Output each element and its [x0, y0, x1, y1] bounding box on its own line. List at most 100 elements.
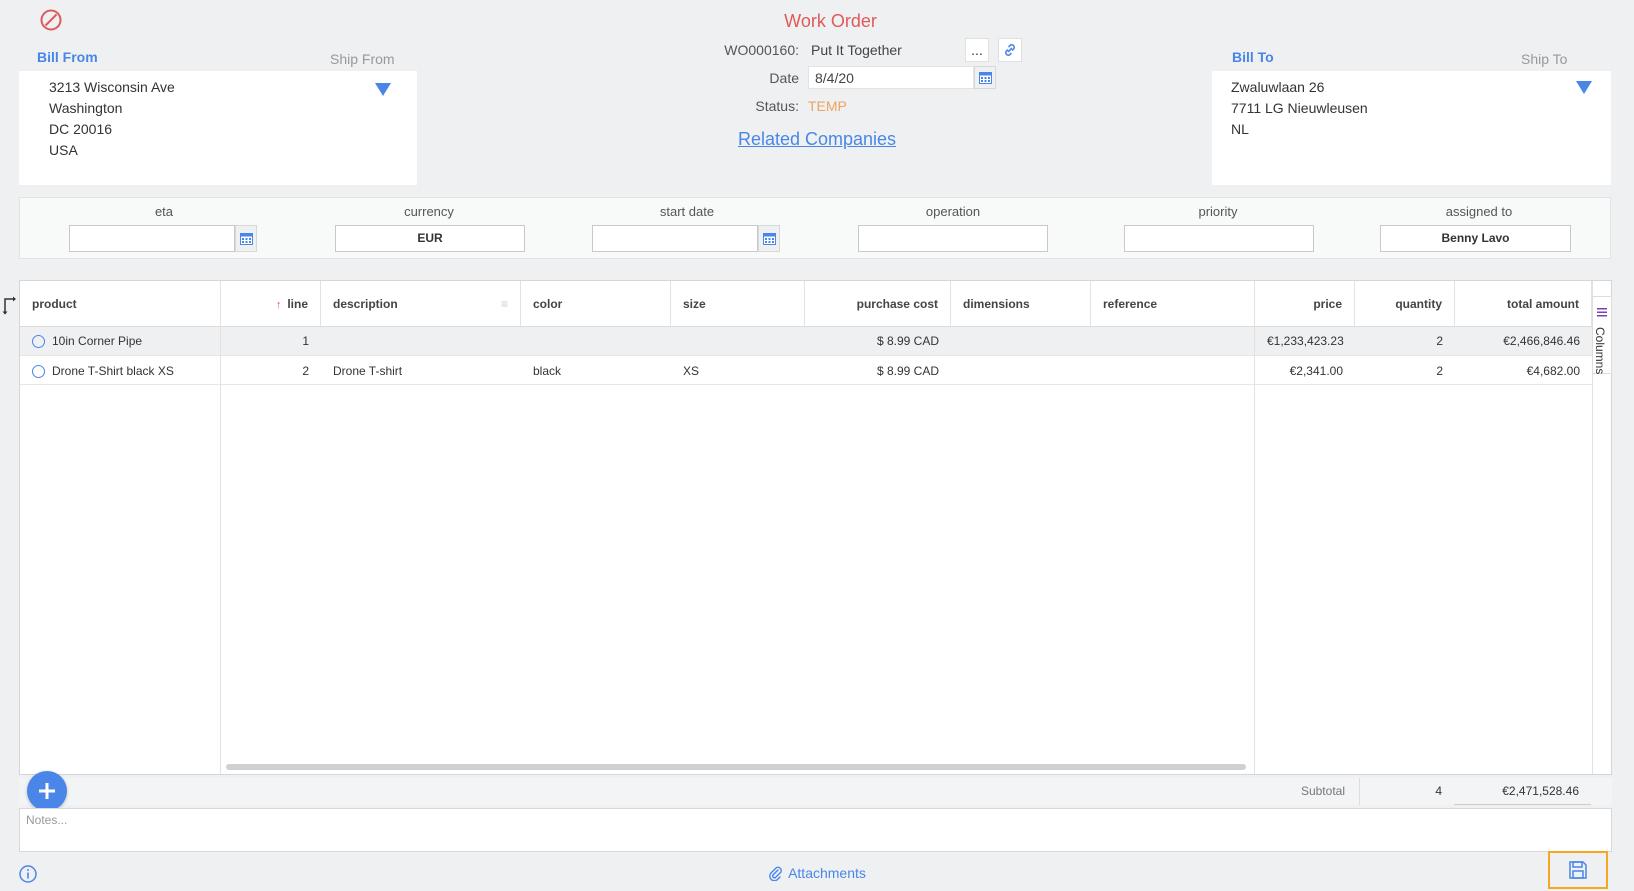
calendar-icon[interactable] [758, 225, 780, 252]
color-cell[interactable] [521, 327, 671, 355]
row-select-radio[interactable] [32, 365, 45, 379]
description-cell[interactable]: Drone T-shirt [321, 357, 521, 385]
columns-tab-label: Columns [1593, 327, 1607, 375]
product-name: Drone T-Shirt black XS [52, 364, 174, 378]
quantity-cell[interactable]: 2 [1355, 357, 1455, 385]
dimensions-cell[interactable] [951, 327, 1091, 355]
calendar-icon[interactable] [974, 66, 996, 89]
col-header-size[interactable]: size [671, 281, 805, 327]
total-amount-cell: €2,466,846.46 [1503, 334, 1580, 348]
divider [1454, 804, 1591, 805]
priority-input[interactable] [1124, 225, 1314, 252]
size-cell[interactable]: XS [671, 357, 805, 385]
line-cell: 1 [302, 334, 309, 348]
pinned-column-divider [220, 327, 221, 774]
more-button[interactable]: ... [965, 38, 989, 62]
col-header-color[interactable]: color [521, 281, 671, 327]
bill-to-label[interactable]: Bill To [1232, 49, 1274, 65]
date-label: Date [769, 70, 799, 86]
assigned-to-label: assigned to [1445, 204, 1513, 219]
line-items-grid: product ↑ line description ≡ color size p… [19, 280, 1612, 775]
currency-label: currency [404, 204, 454, 219]
related-companies-link[interactable]: Related Companies [738, 129, 896, 149]
col-header-price[interactable]: price [1255, 281, 1355, 327]
ship-from-label[interactable]: Ship From [330, 51, 395, 67]
col-header-purchase-cost[interactable]: purchase cost [805, 281, 951, 327]
calendar-icon[interactable] [235, 225, 257, 252]
address-line: Washington [49, 100, 123, 116]
product-cell[interactable]: 10in Corner Pipe [20, 327, 221, 355]
address-line: Zwaluwlaan 26 [1231, 79, 1325, 95]
reference-cell[interactable] [1091, 357, 1255, 385]
priority-label: priority [1198, 204, 1238, 219]
col-header-reference[interactable]: reference [1091, 281, 1255, 327]
start-date-label: start date [659, 204, 715, 219]
product-cell[interactable]: Drone T-Shirt black XS [20, 357, 221, 385]
attachments-row: Attachments [0, 865, 1634, 884]
status-badge: TEMP [808, 98, 847, 114]
order-id: WO000160: [724, 42, 799, 58]
col-header-product[interactable]: product [20, 281, 221, 327]
purchase-cost-cell[interactable]: $ 8.99 CAD [805, 357, 951, 385]
caret-down-icon[interactable] [375, 83, 391, 96]
col-header-line-label: line [287, 297, 308, 311]
subtotal-amount: €2,471,528.46 [1502, 784, 1579, 798]
link-icon[interactable] [998, 38, 1022, 62]
address-line: 3213 Wisconsin Ave [49, 79, 175, 95]
product-name: 10in Corner Pipe [52, 334, 143, 348]
size-cell[interactable] [671, 327, 805, 355]
paperclip-icon [768, 865, 782, 884]
col-header-dimensions[interactable]: dimensions [951, 281, 1091, 327]
ship-to-label[interactable]: Ship To [1521, 51, 1567, 67]
purchase-cost-cell[interactable]: $ 8.99 CAD [805, 327, 951, 355]
date-input[interactable]: 8/4/20 [808, 66, 974, 89]
bill-to-address-box: Zwaluwlaan 26 7711 LG Nieuwleusen NL [1212, 71, 1611, 185]
subtotal-bar: Subtotal 4 €2,471,528.46 [19, 778, 1612, 805]
price-cell[interactable]: €2,341.00 [1255, 357, 1355, 385]
caret-down-icon[interactable] [1576, 81, 1592, 94]
eta-label: eta [154, 204, 174, 219]
reference-cell[interactable] [1091, 327, 1255, 355]
status-label: Status: [755, 98, 799, 114]
col-header-description[interactable]: description ≡ [321, 281, 521, 327]
subtotal-label: Subtotal [1300, 784, 1345, 798]
operation-input[interactable] [858, 225, 1048, 252]
operation-label: operation [925, 204, 981, 219]
start-date-input[interactable] [592, 225, 758, 252]
save-button[interactable] [1548, 851, 1608, 889]
notes-textarea[interactable]: Notes... [19, 808, 1612, 852]
attachments-link[interactable]: Attachments [788, 865, 866, 881]
columns-tab[interactable]: Columns [1592, 296, 1612, 374]
address-line: 7711 LG Nieuwleusen [1231, 100, 1368, 116]
row-select-radio[interactable] [32, 335, 45, 349]
page-title: Work Order [784, 11, 877, 31]
sort-arrow-icon: ↑ [275, 299, 282, 311]
columns-icon [1597, 304, 1607, 322]
col-header-quantity[interactable]: quantity [1355, 281, 1455, 327]
currency-input[interactable]: EUR [335, 225, 525, 252]
dimensions-cell[interactable] [951, 357, 1091, 385]
col-header-description-label: description [333, 297, 398, 311]
address-line: NL [1231, 121, 1249, 137]
bill-from-label[interactable]: Bill From [37, 49, 98, 65]
bill-to-address: Zwaluwlaan 26 7711 LG Nieuwleusen NL [1231, 77, 1368, 140]
assigned-to-input[interactable]: Benny Lavo [1380, 225, 1571, 252]
col-header-total-amount[interactable]: total amount [1455, 281, 1592, 327]
expand-arrow-icon[interactable] [2, 296, 18, 321]
subtotal-quantity: 4 [1435, 784, 1442, 798]
color-cell[interactable]: black [521, 357, 671, 385]
order-fields-panel: eta currency EUR start date operation pr… [19, 197, 1611, 259]
col-header-line[interactable]: ↑ line [221, 281, 321, 327]
eta-input[interactable] [69, 225, 235, 252]
column-menu-icon[interactable]: ≡ [501, 281, 508, 327]
bill-from-address-box: 3213 Wisconsin Ave Washington DC 20016 U… [19, 71, 417, 185]
description-cell[interactable] [321, 327, 521, 355]
plus-icon [39, 783, 55, 799]
add-line-button[interactable] [27, 771, 67, 811]
price-cell[interactable]: €1,233,423.23 [1255, 327, 1355, 355]
quantity-cell[interactable]: 2 [1355, 327, 1455, 355]
horizontal-scrollbar[interactable] [226, 764, 1246, 770]
order-name: Put It Together [811, 42, 902, 58]
line-cell: 2 [302, 364, 309, 378]
total-amount-cell: €4,682.00 [1526, 364, 1580, 378]
